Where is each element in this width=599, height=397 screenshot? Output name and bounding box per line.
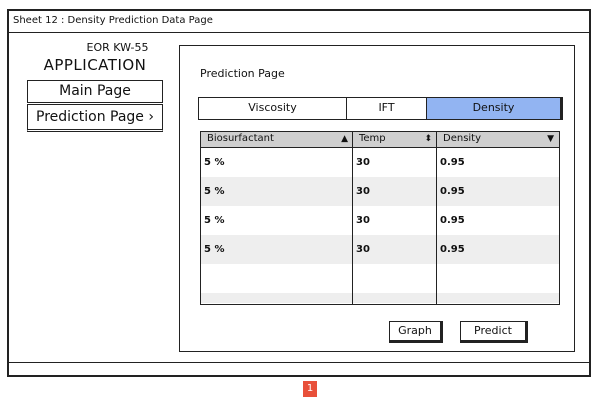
tab-viscosity[interactable]: Viscosity bbox=[198, 97, 347, 120]
graph-button[interactable]: Graph bbox=[389, 321, 443, 343]
tab-ift[interactable]: IFT bbox=[347, 97, 427, 120]
table-header: Biosurfactant ▲ Temp ⬍ Density ▼ bbox=[201, 132, 559, 148]
sheet-title: Sheet 12 : Density Prediction Data Page bbox=[9, 11, 589, 33]
column-header-biosurfactant[interactable]: Biosurfactant ▲ bbox=[201, 132, 353, 146]
footer-divider bbox=[9, 362, 589, 363]
table-row[interactable] bbox=[201, 293, 559, 303]
page-number-badge: 1 bbox=[303, 381, 317, 397]
prediction-page-button[interactable]: Prediction Page › bbox=[27, 104, 163, 132]
main-page-button[interactable]: Main Page bbox=[27, 80, 163, 103]
cell-density: 0.95 bbox=[440, 244, 465, 255]
column-header-density[interactable]: Density ▼ bbox=[437, 132, 559, 146]
table-row[interactable]: 5 % 30 0.95 bbox=[201, 206, 559, 235]
predict-button[interactable]: Predict bbox=[460, 321, 528, 343]
cell-temp: 30 bbox=[356, 215, 370, 226]
cell-biosurfactant: 5 % bbox=[204, 244, 225, 255]
tab-bar: Viscosity IFT Density bbox=[198, 97, 563, 120]
table-row[interactable]: 5 % 30 0.95 bbox=[201, 235, 559, 264]
tab-density[interactable]: Density bbox=[427, 97, 563, 120]
cell-density: 0.95 bbox=[440, 157, 465, 168]
cell-biosurfactant: 5 % bbox=[204, 215, 225, 226]
app-title-line1: EOR KW-55 bbox=[86, 41, 149, 54]
column-header-temp[interactable]: Temp ⬍ bbox=[353, 132, 437, 146]
cell-temp: 30 bbox=[356, 157, 370, 168]
cell-biosurfactant: 5 % bbox=[204, 186, 225, 197]
sort-descending-icon[interactable]: ▼ bbox=[547, 132, 554, 146]
column-label: Density bbox=[443, 133, 482, 144]
table-row[interactable] bbox=[201, 264, 559, 293]
column-divider bbox=[436, 132, 437, 304]
cell-density: 0.95 bbox=[440, 215, 465, 226]
sort-ascending-icon[interactable]: ▲ bbox=[341, 132, 348, 146]
table-row[interactable]: 5 % 30 0.95 bbox=[201, 148, 559, 177]
app-title-line2: APPLICATION bbox=[43, 56, 147, 74]
sort-toggle-icon[interactable]: ⬍ bbox=[424, 132, 432, 146]
table-row[interactable]: 5 % 30 0.95 bbox=[201, 177, 559, 206]
column-label: Biosurfactant bbox=[207, 133, 274, 144]
column-label: Temp bbox=[359, 133, 386, 144]
data-table: Biosurfactant ▲ Temp ⬍ Density ▼ 5 % 30 … bbox=[200, 131, 560, 305]
cell-temp: 30 bbox=[356, 244, 370, 255]
panel-title: Prediction Page bbox=[200, 67, 285, 80]
cell-temp: 30 bbox=[356, 186, 370, 197]
cell-biosurfactant: 5 % bbox=[204, 157, 225, 168]
cell-density: 0.95 bbox=[440, 186, 465, 197]
column-divider bbox=[352, 132, 353, 304]
